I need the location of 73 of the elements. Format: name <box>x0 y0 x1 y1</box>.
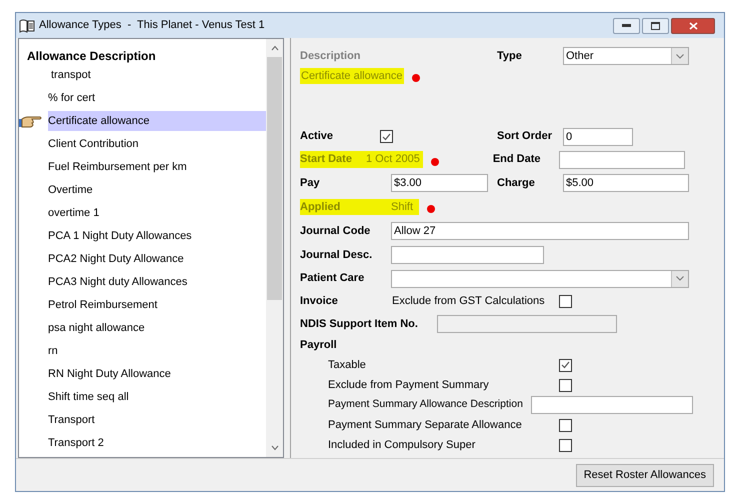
list-item[interactable]: Transport 2 <box>48 432 266 452</box>
field-label: Invoice <box>300 294 339 310</box>
close-icon <box>688 22 698 30</box>
list-item[interactable]: Certificate allowance <box>48 110 266 130</box>
journal-code-field[interactable]: Allow 27 <box>391 222 689 240</box>
start-date-value: 1 Oct 2005 <box>366 151 423 168</box>
close-button[interactable] <box>671 18 715 34</box>
field-label: End Date <box>492 152 542 168</box>
list-item[interactable]: Fuel Reimbursement per km <box>48 156 266 176</box>
field-label: Payment Summary Allowance Description <box>328 397 524 412</box>
list-item[interactable]: Shift time seq all <box>48 386 266 406</box>
scroll-up-icon[interactable] <box>270 45 278 51</box>
list-item[interactable]: rn <box>48 340 266 360</box>
text-field[interactable] <box>531 396 693 414</box>
checkbox[interactable] <box>380 130 393 143</box>
list-item[interactable]: overtime 1 <box>48 202 266 222</box>
field-label: Start Date <box>300 151 366 168</box>
field-label: Active <box>300 129 334 144</box>
field-label: Journal Code <box>300 224 372 239</box>
checkbox[interactable] <box>559 295 572 308</box>
field-label: Patient Care <box>300 271 366 286</box>
field-label: Journal Desc. <box>300 248 374 263</box>
chevron-down-icon <box>676 276 684 281</box>
list-item[interactable]: PCA 1 Night Duty Allowances <box>48 226 266 246</box>
field-label: Sort Order <box>497 129 554 144</box>
list-item[interactable]: Petrol Reimbursement <box>48 294 266 314</box>
checkbox[interactable] <box>559 418 572 432</box>
dropdown[interactable]: Other <box>563 47 689 65</box>
description-value: Certificate allowance <box>300 68 404 84</box>
list-item[interactable]: transpot <box>48 64 266 84</box>
list-item[interactable]: PCA3 Night duty Allowances <box>48 272 266 292</box>
scrollbar[interactable] <box>266 39 283 457</box>
checkbox[interactable] <box>559 378 572 392</box>
field-label: Applied <box>300 198 391 216</box>
checkbox-label: Exclude from GST Calculations <box>392 294 546 310</box>
minimize-icon <box>622 24 631 27</box>
maximize-button[interactable] <box>642 18 669 34</box>
pointing-hand-icon <box>19 114 43 128</box>
list-heading: Allowance Description <box>27 48 157 63</box>
list-item[interactable]: RN Night Duty Allowance <box>48 364 266 384</box>
pay-field[interactable]: $3.00 <box>391 174 488 192</box>
list-item[interactable]: Client Contribution <box>48 134 266 154</box>
minimize-button[interactable] <box>613 18 640 34</box>
applied-value: Shift <box>391 198 420 216</box>
checkbox-label: Exclude from Payment Summary <box>328 378 490 393</box>
reset-button[interactable]: Reset Roster Allowances <box>576 464 714 486</box>
field-label: NDIS Support Item No. <box>300 316 419 332</box>
list-item[interactable]: Transport <box>48 410 266 430</box>
sort-order-field[interactable]: 0 <box>563 128 633 146</box>
field-label: Payroll <box>300 338 337 353</box>
checkbox[interactable] <box>559 438 572 452</box>
app-icon <box>19 18 35 32</box>
ndis-field[interactable] <box>437 315 617 333</box>
checkbox[interactable] <box>559 358 572 372</box>
scroll-down-icon[interactable] <box>270 445 278 451</box>
field-label: Pay <box>300 176 321 191</box>
checkbox-label: Included in Compulsory Super <box>328 438 476 453</box>
checkbox-label: Taxable <box>328 358 367 373</box>
window-title: Allowance Types - This Planet - Venus Test 1 <box>39 18 265 34</box>
list-item[interactable]: Overtime <box>48 180 266 200</box>
charge-field[interactable]: $5.00 <box>563 174 689 192</box>
list-item[interactable]: % for cert <box>48 88 266 108</box>
field-label: Description <box>300 48 362 64</box>
journal-desc-field[interactable] <box>391 246 544 264</box>
chevron-down-icon <box>676 54 684 58</box>
field-label: Charge <box>497 176 536 191</box>
field-label: Type <box>497 48 523 64</box>
list-item[interactable]: psa night allowance <box>48 318 266 338</box>
list-item[interactable]: PCA2 Night Duty Allowance <box>48 248 266 268</box>
checkbox-label: Payment Summary Separate Allowance <box>328 418 523 433</box>
maximize-icon <box>651 22 660 30</box>
end-date-field[interactable] <box>558 150 685 168</box>
scrollbar-thumb[interactable] <box>267 57 282 300</box>
